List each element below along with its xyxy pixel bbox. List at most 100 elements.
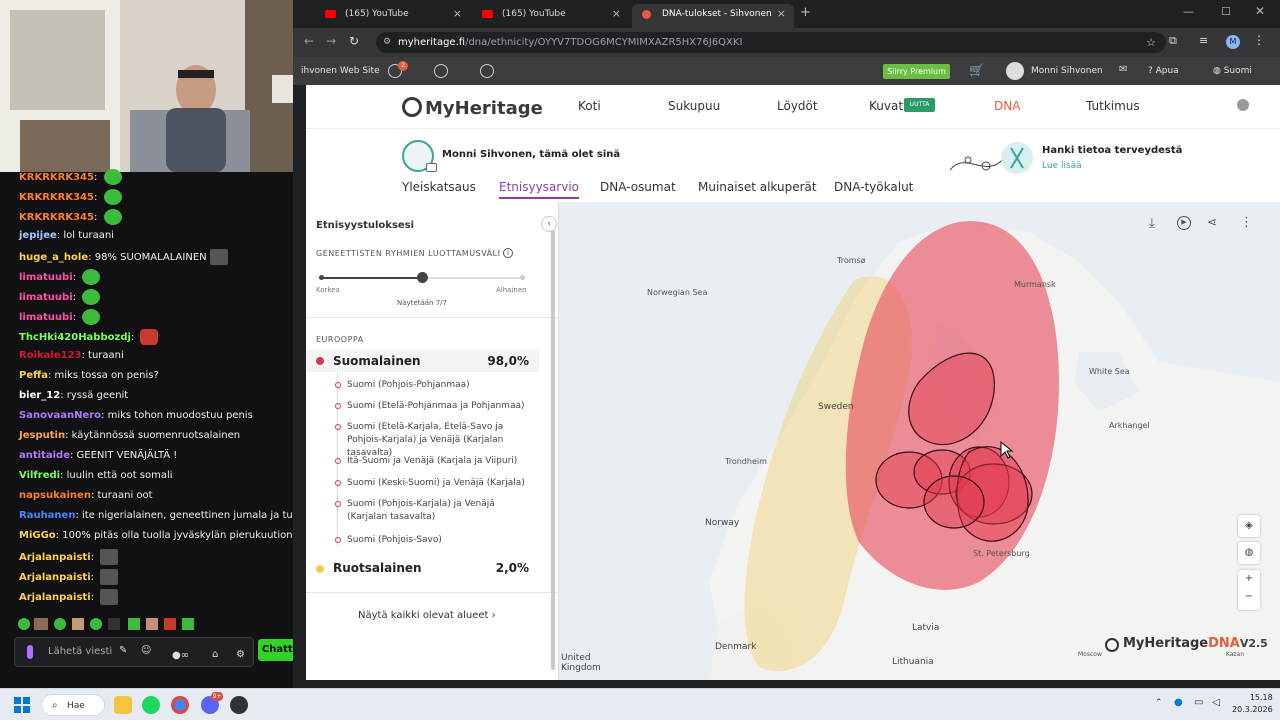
ethnicity-map[interactable]: Tromsø Norwegian Sea Murmansk White Sea …: [559, 202, 1280, 680]
nav-research[interactable]: Tutkimus: [1086, 99, 1140, 113]
volume-icon[interactable]: ◁: [1212, 697, 1220, 708]
spotify-icon[interactable]: [142, 696, 160, 714]
chat-username[interactable]: antitaide: [19, 450, 70, 461]
zoom-controls[interactable]: + −: [1238, 570, 1260, 610]
chat-username[interactable]: Jesputin: [19, 430, 65, 441]
system-clock[interactable]: 15.18 20.3.2026: [1232, 692, 1273, 716]
tab-ethnicity[interactable]: Etnisyysarvio: [499, 180, 579, 199]
url-input[interactable]: ⚙ myheritage.fi/dna/ethnicity/OYYV7TDOG6…: [376, 32, 1166, 53]
minimize-icon[interactable]: —: [1183, 5, 1194, 18]
panel-scrollbar[interactable]: [551, 230, 555, 670]
chat-username[interactable]: Rauhanen: [19, 510, 75, 521]
bookmark-star-icon[interactable]: ☆: [1146, 32, 1156, 53]
ethnicity-name[interactable]: Ruotsalainen: [333, 561, 422, 575]
settings-icon[interactable]: ⚙: [236, 649, 245, 660]
close-tab-icon[interactable]: ×: [612, 4, 621, 24]
chat-username[interactable]: Arjalanpaisti: [19, 552, 91, 563]
file-explorer-icon[interactable]: [114, 696, 132, 714]
emote-picker-icon[interactable]: ✎: [119, 645, 127, 656]
chat-username[interactable]: limatuubi: [19, 272, 73, 283]
subregion-item[interactable]: Itä-Suomi ja Venäjä (Karjala ja Viipuri): [347, 455, 537, 468]
chat-username[interactable]: Peffa: [19, 370, 48, 381]
nav-dna[interactable]: DNA: [994, 99, 1020, 113]
layers-icon[interactable]: ◈: [1238, 515, 1260, 537]
site-info-icon[interactable]: ⚙: [383, 32, 391, 53]
subregion-item[interactable]: Suomi (Pohjois-Savo): [347, 534, 537, 547]
cart-status-icon[interactable]: [480, 64, 494, 78]
nav-family-tree[interactable]: Sukupuu: [668, 99, 720, 113]
media-icon[interactable]: ≡: [1199, 34, 1208, 47]
nav-discoveries[interactable]: Löydöt: [777, 99, 818, 113]
mail-icon[interactable]: ✉: [1119, 64, 1127, 75]
site-name[interactable]: ihvonen Web Site: [301, 57, 380, 85]
chat-username[interactable]: limatuubi: [19, 312, 73, 323]
chat-username[interactable]: KRKRKRK345: [19, 172, 94, 183]
chat-username[interactable]: KRKRKRK345: [19, 212, 94, 223]
share-icon[interactable]: ⋖: [1207, 215, 1217, 229]
premium-button[interactable]: Siirry Premium: [883, 64, 950, 79]
new-tab-icon[interactable]: +: [800, 5, 811, 20]
menu-icon[interactable]: ⋮: [1253, 33, 1265, 47]
channel-points-icon[interactable]: ●∞: [172, 650, 189, 661]
mic-tray-icon[interactable]: ●: [1174, 697, 1183, 708]
close-tab-icon[interactable]: ×: [777, 4, 786, 24]
back-icon[interactable]: ←: [304, 34, 314, 48]
taskbar-search[interactable]: ⌕ Hae: [41, 694, 105, 716]
tab-youtube-2[interactable]: (165) YouTube ×: [472, 4, 629, 28]
download-icon[interactable]: ⤓: [1149, 216, 1155, 231]
tab-youtube-1[interactable]: (165) YouTube ×: [315, 4, 470, 28]
user-menu[interactable]: Monni Sihvonen: [1031, 57, 1103, 85]
chat-username[interactable]: KRKRKRK345: [19, 192, 94, 203]
profile-avatar[interactable]: M: [1226, 35, 1240, 49]
maximize-icon[interactable]: ☐: [1221, 5, 1231, 18]
nav-home[interactable]: Koti: [578, 99, 601, 113]
chat-username[interactable]: jepijee: [19, 230, 57, 241]
chat-username[interactable]: Arjalanpaisti: [19, 592, 91, 603]
forward-icon[interactable]: →: [326, 34, 336, 48]
close-window-icon[interactable]: ✕: [1255, 4, 1265, 18]
start-icon[interactable]: [14, 697, 30, 713]
ethnicity-name[interactable]: Suomalainen: [333, 354, 421, 368]
language-menu[interactable]: ◍ Suomi: [1213, 57, 1252, 85]
slider-knob[interactable]: [416, 272, 428, 283]
collapse-panel-button[interactable]: ‹: [541, 216, 557, 232]
extensions-icon[interactable]: ⧉: [1169, 34, 1177, 48]
globe-icon[interactable]: ◍: [1238, 542, 1260, 564]
chat-username[interactable]: bier_12: [19, 390, 60, 401]
health-read-more-link[interactable]: Lue lisää: [1042, 161, 1082, 171]
user-avatar[interactable]: [1006, 62, 1024, 80]
show-all-regions-link[interactable]: Näytä kaikki olevat alueet ›: [358, 610, 496, 621]
network-icon[interactable]: ▭: [1194, 697, 1203, 708]
subregion-item[interactable]: Suomi (Pohjois-Pohjanmaa): [347, 379, 537, 392]
play-icon[interactable]: ▶: [1177, 216, 1191, 230]
chat-username[interactable]: Vilfredi: [19, 470, 60, 481]
tray-chevron-icon[interactable]: ⌃: [1155, 698, 1163, 708]
nav-photos[interactable]: Kuvat: [869, 99, 903, 113]
more-options-icon[interactable]: ⋮: [1240, 215, 1253, 230]
chrome-icon[interactable]: [171, 696, 189, 714]
chat-username[interactable]: SanovaanNero: [19, 410, 101, 421]
camera-icon[interactable]: [426, 163, 437, 172]
settings-icon[interactable]: [1237, 99, 1249, 111]
obs-icon[interactable]: [230, 696, 248, 714]
chat-username[interactable]: napsukainen: [19, 490, 91, 501]
subregion-item[interactable]: Suomi (Pohjois-Karjala) ja Venäjä (Karja…: [347, 498, 537, 524]
tasks-icon[interactable]: [434, 64, 448, 78]
help-menu[interactable]: ? Apua: [1148, 57, 1179, 85]
chat-username[interactable]: huge_a_hole: [19, 252, 88, 263]
tab-dna-tools[interactable]: DNA-työkalut: [834, 180, 913, 194]
close-tab-icon[interactable]: ×: [453, 4, 462, 24]
tab-ancient-origins[interactable]: Muinaiset alkuperät: [698, 180, 817, 194]
reload-icon[interactable]: ↻: [349, 34, 359, 48]
tab-dna-matches[interactable]: DNA-osumat: [600, 180, 676, 194]
emoji-icon[interactable]: ☺: [141, 645, 151, 656]
store-icon[interactable]: ⌂: [212, 649, 218, 660]
confidence-slider[interactable]: [319, 272, 525, 283]
tab-overview[interactable]: Yleiskatsaus: [402, 180, 476, 194]
chat-username[interactable]: Arjalanpaisti: [19, 572, 91, 583]
mic-icon[interactable]: [27, 645, 33, 659]
subregion-item[interactable]: Suomi (Keski-Suomi) ja Venäjä (Karjala): [347, 477, 537, 490]
chat-username[interactable]: MiGGo: [19, 530, 56, 541]
subregion-item[interactable]: Suomi (Etelä-Pohjanmaa ja Pohjanmaa): [347, 400, 537, 413]
chat-username[interactable]: ThcHki420Habbozdj: [19, 332, 131, 343]
